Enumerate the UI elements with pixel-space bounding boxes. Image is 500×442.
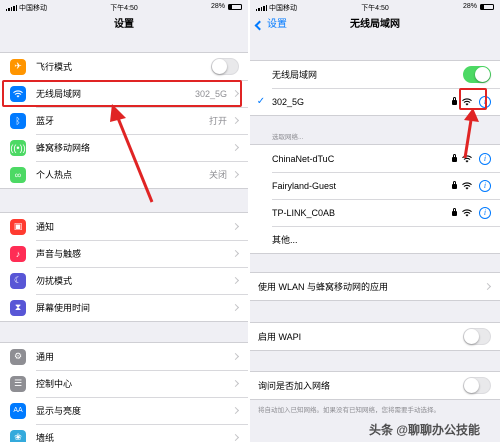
watermark: 头条 @聊聊办公技能: [368, 423, 480, 437]
arrow-annotation: [110, 104, 154, 203]
settings-screen: 中国移动 下午4:50 28% 设置 ✈ 飞行模式 无线局域网 302_5G ᛒ…: [0, 0, 248, 442]
wlan-screen: 中国移动 下午4:50 28% 设置 无线局域网 无线局域网 ✓ 302_5G …: [250, 0, 500, 442]
arrow-annotation: [463, 108, 479, 159]
